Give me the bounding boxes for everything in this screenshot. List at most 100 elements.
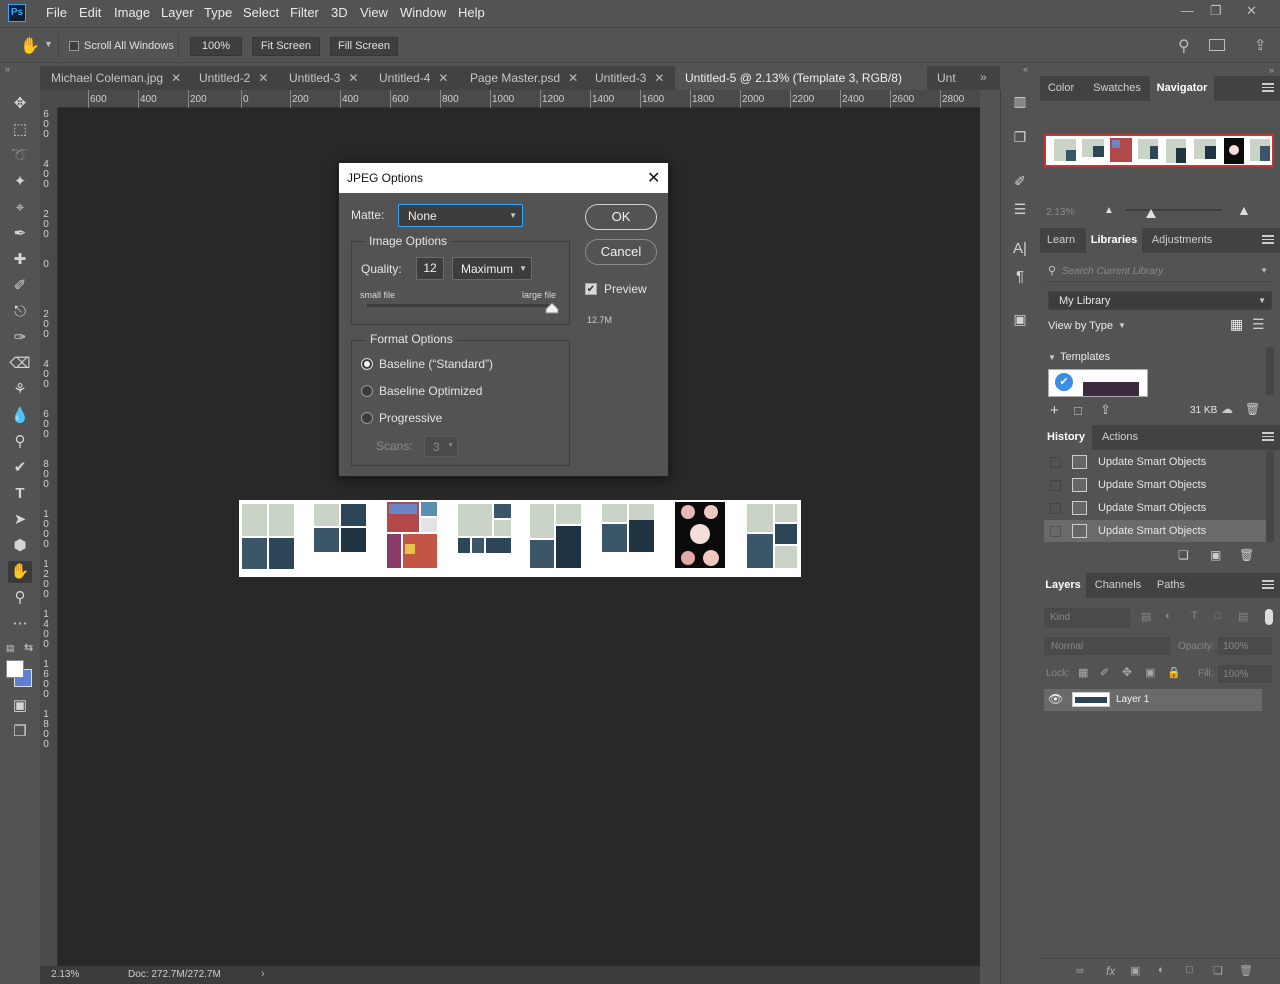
link-layers-icon[interactable]: ∞ [1076,965,1084,977]
tab-actions[interactable]: Actions [1096,425,1144,450]
library-select[interactable]: My Library ▼ [1048,291,1272,310]
menu-edit[interactable]: Edit [79,5,101,20]
tab-history[interactable]: History [1040,425,1092,450]
baseline-optimized-radio[interactable] [361,385,373,397]
more-tools-icon[interactable]: ⋯ [8,613,32,635]
chevron-down-icon[interactable]: ▼ [44,39,53,49]
filter-toggle[interactable] [1265,609,1273,625]
lock-position-icon[interactable]: ✥ [1122,665,1132,679]
baseline-optimized-label[interactable]: Baseline Optimized [379,384,482,398]
folder-icon[interactable]: □ [1074,403,1082,418]
healing-brush-tool-icon[interactable]: ✚ [8,249,32,271]
lock-artboard-icon[interactable]: ▣ [1145,666,1155,679]
dodge-tool-icon[interactable]: ⚲ [8,431,32,453]
default-colors-icon[interactable]: ▤ [6,643,15,654]
menu-filter[interactable]: Filter [290,5,319,20]
fx-icon[interactable]: fx [1106,964,1115,978]
shape-filter-icon[interactable]: □ [1214,610,1221,622]
disclosure-icon[interactable]: ▼ [1048,353,1056,362]
group-folder-icon[interactable]: □ [1186,964,1193,976]
adjustment-filter-icon[interactable]: ◐ [1165,610,1172,622]
close-tab-icon[interactable]: ✕ [258,71,268,85]
panel-menu-icon[interactable] [1262,580,1274,589]
menu-help[interactable]: Help [458,5,485,20]
foreground-color-swatch[interactable] [6,660,24,678]
add-icon[interactable]: + [1050,402,1059,419]
tab-untitled-4[interactable]: Untitled-4 ✕ [368,66,459,90]
menu-type[interactable]: Type [204,5,232,20]
cloud-sync-icon[interactable]: ☁ [1221,402,1233,416]
matte-select[interactable]: None ▼ [398,204,523,227]
collapse-panels-icon[interactable]: « [1023,64,1028,74]
tab-channels[interactable]: Channels [1092,573,1144,598]
progressive-label[interactable]: Progressive [379,411,442,425]
hand-tool-icon[interactable]: ✋ [8,561,32,583]
eraser-tool-icon[interactable]: ⌫ [8,353,32,375]
new-document-from-state-icon[interactable]: ❏ [1178,548,1189,562]
tab-swatches[interactable]: Swatches [1086,76,1148,101]
character-icon[interactable]: A| [1009,238,1031,260]
lock-pixels-icon[interactable]: ✐ [1100,666,1109,679]
collapse-toolbar-icon[interactable]: » [5,64,10,74]
pen-tool-icon[interactable]: ✔ [8,457,32,479]
trash-icon[interactable]: 🗑 [1239,964,1253,977]
panel-menu-icon[interactable] [1262,83,1274,92]
history-scrollbar[interactable] [1266,451,1274,542]
zoom-100-button[interactable]: 100% [190,37,242,56]
brush-tool-icon[interactable]: ✐ [8,275,32,297]
layer-kind-filter[interactable]: Kind [1044,608,1130,628]
menu-select[interactable]: Select [243,5,279,20]
tab-adjustments[interactable]: Adjustments [1146,228,1218,253]
menu-view[interactable]: View [360,5,388,20]
layer-mask-icon[interactable]: ▣ [1130,964,1140,977]
fit-screen-button[interactable]: Fit Screen [252,37,320,56]
type-filter-icon[interactable]: T [1191,610,1198,622]
cancel-button[interactable]: Cancel [585,239,657,265]
quick-mask-icon[interactable]: ▣ [8,695,32,717]
close-tab-icon[interactable]: ✕ [348,71,358,85]
tab-untitled-3[interactable]: Untitled-3 ✕ [278,66,368,90]
marquee-tool-icon[interactable]: ⬚ [8,119,32,141]
chevron-down-icon[interactable]: ▼ [1118,321,1126,330]
restore-icon[interactable]: ❐ [1210,3,1222,19]
template-asset-thumbnail[interactable]: ✔ [1048,369,1148,397]
menu-window[interactable]: Window [400,5,446,20]
tab-untitled-5[interactable]: Untitled-5 @ 2.13% (Template 3, RGB/8) *… [675,66,927,109]
trash-icon[interactable]: 🗑 [1239,548,1254,562]
menu-image[interactable]: Image [114,5,150,20]
menu-file[interactable]: File [46,5,67,20]
close-tab-icon[interactable]: ✕ [171,71,181,85]
hand-tool-icon[interactable]: ✋ [20,36,40,56]
histogram-icon[interactable]: ▥ [1009,90,1031,112]
type-tool-icon[interactable]: T [8,483,32,505]
path-selection-tool-icon[interactable]: ➤ [8,509,32,531]
tab-layers[interactable]: Layers [1040,573,1086,598]
search-icon[interactable]: ⚲ [1178,36,1190,56]
navigator-zoom-thumb[interactable] [1145,209,1157,219]
list-view-icon[interactable]: ☰ [1252,316,1265,333]
fill-screen-button[interactable]: Fill Screen [330,37,398,56]
shape-tool-icon[interactable]: ⬢ [8,535,32,557]
fill-input[interactable]: 100% [1218,665,1272,683]
crop-tool-icon[interactable]: ⌖ [8,197,32,219]
ok-button[interactable]: OK [585,204,657,230]
opacity-input[interactable]: 100% [1218,637,1272,655]
history-item-current[interactable]: Update Smart Objects [1044,520,1266,542]
share-icon[interactable]: ⇪ [1254,36,1267,54]
tab-overflow[interactable]: Unt [927,66,967,90]
screen-mode-icon[interactable]: ❐ [8,721,32,743]
quality-slider-thumb[interactable] [545,303,559,314]
paint-bucket-tool-icon[interactable]: ⚘ [8,379,32,401]
zoom-out-icon[interactable]: ▲ [1104,205,1114,216]
history-item[interactable]: Update Smart Objects [1044,497,1266,519]
close-tab-icon[interactable]: ✕ [654,71,664,85]
history-item[interactable]: Update Smart Objects [1044,474,1266,496]
quality-preset-select[interactable]: Maximum ▼ [452,257,532,280]
zoom-level[interactable]: 2.13% [51,969,79,980]
navigator-zoom-value[interactable]: 2.13% [1046,207,1074,218]
magic-wand-tool-icon[interactable]: ✦ [8,171,32,193]
adjustment-layer-icon[interactable]: ◐ [1158,964,1165,976]
blur-tool-icon[interactable]: 💧 [8,405,32,427]
paragraph-icon[interactable]: ¶ [1009,266,1031,288]
camera-icon[interactable]: ▣ [1009,308,1031,330]
